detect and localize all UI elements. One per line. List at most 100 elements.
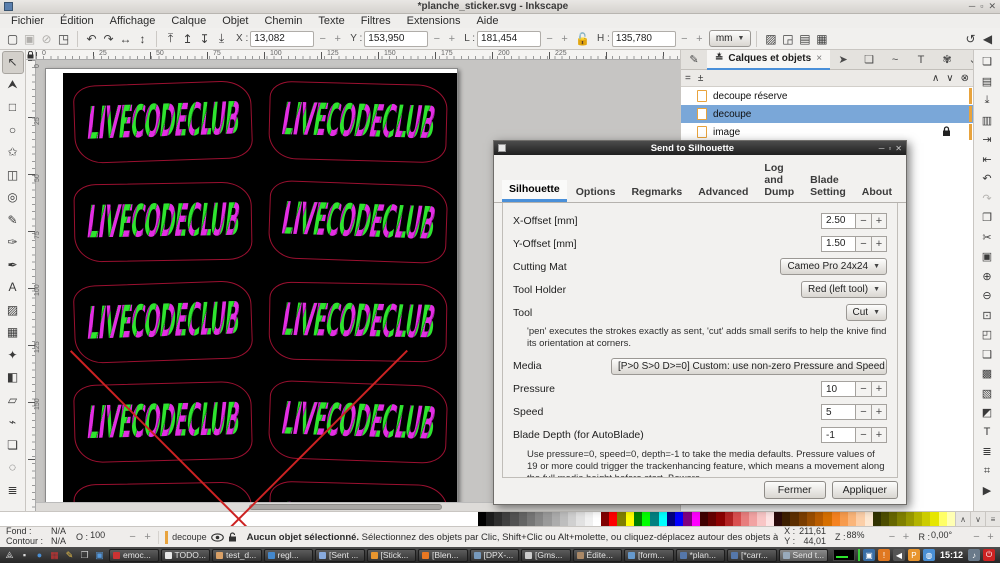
color-swatch[interactable] bbox=[939, 512, 947, 526]
mesh-tool[interactable]: ▦ bbox=[2, 321, 24, 344]
layers-toolbar-right-button-2[interactable]: ⊗ bbox=[961, 73, 969, 84]
sticker-cut-outline[interactable]: LIVECODECLUB bbox=[268, 180, 449, 264]
taskbar-window-button[interactable]: test_d... bbox=[212, 549, 262, 562]
color-swatch[interactable] bbox=[585, 512, 593, 526]
color-swatch[interactable] bbox=[617, 512, 625, 526]
star-tool[interactable]: ✩ bbox=[2, 141, 24, 164]
color-swatch[interactable] bbox=[757, 512, 765, 526]
x-offset-input[interactable]: 2.50 bbox=[821, 213, 855, 229]
color-swatch[interactable] bbox=[543, 512, 551, 526]
color-swatch[interactable] bbox=[766, 512, 774, 526]
notes-launcher-icon[interactable]: ✎ bbox=[62, 549, 77, 562]
color-swatch[interactable] bbox=[889, 512, 897, 526]
rotation-increment-button[interactable]: + bbox=[984, 530, 997, 545]
tray-arrow-icon[interactable]: ◀ bbox=[893, 549, 905, 561]
show-desktop-icon[interactable]: ▪ bbox=[17, 549, 32, 562]
reset-rotation-icon[interactable]: ↺ bbox=[962, 30, 979, 47]
unit-dropdown[interactable]: mm▼ bbox=[709, 30, 752, 47]
style-indicator[interactable]: Fond : N/A Contour : N/A bbox=[0, 527, 72, 547]
power-icon[interactable]: ⏻ bbox=[983, 549, 995, 561]
color-swatch[interactable] bbox=[502, 512, 510, 526]
ruler-corner-lock-icon[interactable] bbox=[26, 50, 36, 60]
dock-tab-style-icon[interactable]: ✎ bbox=[681, 50, 707, 69]
cut-icon[interactable]: ✂ bbox=[976, 228, 998, 248]
save-document-icon[interactable]: ⤓ bbox=[976, 91, 998, 111]
color-swatch[interactable] bbox=[725, 512, 733, 526]
current-layer-indicator[interactable]: decoupe bbox=[158, 531, 243, 544]
color-swatch[interactable] bbox=[733, 512, 741, 526]
send-to-silhouette-dialog[interactable]: Send to Silhouette ─ ▫ ✕ SilhouetteOptio… bbox=[493, 140, 907, 505]
spiral-tool[interactable]: ◎ bbox=[2, 186, 24, 209]
sticker-cut-outline[interactable]: LIVECODECLUB bbox=[73, 481, 252, 502]
color-swatch[interactable] bbox=[692, 512, 700, 526]
menu-texte[interactable]: Texte bbox=[311, 15, 351, 27]
menu-objet[interactable]: Objet bbox=[215, 15, 255, 27]
zoom-selection-icon[interactable]: ⊡ bbox=[976, 306, 998, 326]
y-increment-button[interactable]: + bbox=[445, 31, 458, 46]
sticker-sheet[interactable]: LIVECODECLUBLIVECODECLUBLIVECODECLUBLIVE… bbox=[63, 73, 457, 502]
selector-tool[interactable]: ↖ bbox=[2, 51, 24, 74]
fill-stroke-icon[interactable]: ◩ bbox=[976, 403, 998, 423]
color-swatch[interactable] bbox=[774, 512, 782, 526]
color-swatch[interactable] bbox=[535, 512, 543, 526]
color-swatch[interactable] bbox=[914, 512, 922, 526]
sticker-cut-outline[interactable]: LIVECODECLUB bbox=[73, 381, 253, 464]
text-dialog-icon[interactable]: T bbox=[976, 423, 998, 443]
dialog-maximize-icon[interactable]: ▫ bbox=[888, 144, 891, 153]
blade-depth-increment-button[interactable]: + bbox=[871, 427, 887, 443]
color-swatch[interactable] bbox=[527, 512, 535, 526]
layer-row[interactable]: decoupe réserve bbox=[681, 87, 973, 105]
dialog-tab-advanced[interactable]: Advanced bbox=[691, 183, 755, 202]
speed-input[interactable]: 5 bbox=[821, 404, 855, 420]
dialog-tab-blade-setting[interactable]: Blade Setting bbox=[803, 171, 853, 202]
duplicate-icon[interactable]: ❑ bbox=[976, 345, 998, 365]
print-document-icon[interactable]: ▥ bbox=[976, 111, 998, 131]
dialog-titlebar[interactable]: Send to Silhouette ─ ▫ ✕ bbox=[494, 141, 906, 155]
zoom-out-icon[interactable]: ⊖ bbox=[976, 286, 998, 306]
taskbar-window-button[interactable]: Send t... bbox=[779, 549, 829, 562]
raise-icon[interactable]: ↥ bbox=[179, 30, 196, 47]
color-swatch[interactable] bbox=[494, 512, 502, 526]
menu-calque[interactable]: Calque bbox=[164, 15, 213, 27]
media-dropdown[interactable]: [P>0 S>0 D>=0] Custom: use non-zero Pres… bbox=[611, 358, 887, 375]
node-editor-tool[interactable]: ⮝ bbox=[2, 74, 24, 97]
sticker-cut-outline[interactable]: LIVECODECLUB bbox=[268, 81, 448, 164]
rotation-input[interactable]: 0,00° bbox=[931, 530, 969, 545]
color-swatch[interactable] bbox=[552, 512, 560, 526]
color-swatch[interactable] bbox=[922, 512, 930, 526]
redo-icon[interactable]: ↷ bbox=[976, 189, 998, 209]
color-swatch[interactable] bbox=[667, 512, 675, 526]
layers-dialog-icon[interactable]: ≣ bbox=[976, 442, 998, 462]
height-field-input[interactable]: 135,780 bbox=[612, 31, 676, 47]
lock-ratio-icon[interactable]: 🔓 bbox=[574, 30, 591, 47]
menu-aide[interactable]: Aide bbox=[469, 15, 505, 27]
box-3d-tool[interactable]: ◫ bbox=[2, 164, 24, 187]
width-increment-button[interactable]: + bbox=[558, 31, 571, 46]
color-swatch[interactable] bbox=[906, 512, 914, 526]
scale-radii-icon[interactable]: ◲ bbox=[779, 30, 796, 47]
raise-to-top-icon[interactable]: ⤒ bbox=[162, 30, 179, 47]
color-swatch[interactable] bbox=[832, 512, 840, 526]
taskbar-window-button[interactable]: [Stick... bbox=[367, 549, 417, 562]
select-all-layers-icon[interactable]: ▣ bbox=[21, 30, 38, 47]
color-swatch[interactable] bbox=[881, 512, 889, 526]
x-field-input[interactable]: 13,082 bbox=[250, 31, 314, 47]
layer-visibility-eye-icon[interactable] bbox=[211, 533, 224, 542]
pencil-tool[interactable]: ✎ bbox=[2, 209, 24, 232]
group-icon[interactable]: ▩ bbox=[976, 364, 998, 384]
chat-icon[interactable]: ◍ bbox=[923, 549, 935, 561]
x-increment-button[interactable]: + bbox=[331, 31, 344, 46]
dialog-tab-about[interactable]: About bbox=[855, 183, 899, 202]
sticker-cut-outline[interactable]: LIVECODECLUB bbox=[73, 80, 254, 164]
opacity-input[interactable]: 100 bbox=[90, 530, 124, 545]
y-offset-decrement-button[interactable]: − bbox=[855, 236, 871, 252]
current-layer-name[interactable]: decoupe bbox=[172, 532, 207, 542]
minimize-icon[interactable]: ─ bbox=[969, 1, 975, 12]
taskbar-window-button[interactable]: [Gms... bbox=[521, 549, 571, 562]
color-swatch[interactable] bbox=[782, 512, 790, 526]
color-swatch[interactable] bbox=[823, 512, 831, 526]
layers-toolbar-right-button-1[interactable]: ∨ bbox=[946, 73, 953, 84]
menu-filtres[interactable]: Filtres bbox=[354, 15, 398, 27]
move-gradients-icon[interactable]: ▤ bbox=[796, 30, 813, 47]
color-swatch[interactable] bbox=[634, 512, 642, 526]
